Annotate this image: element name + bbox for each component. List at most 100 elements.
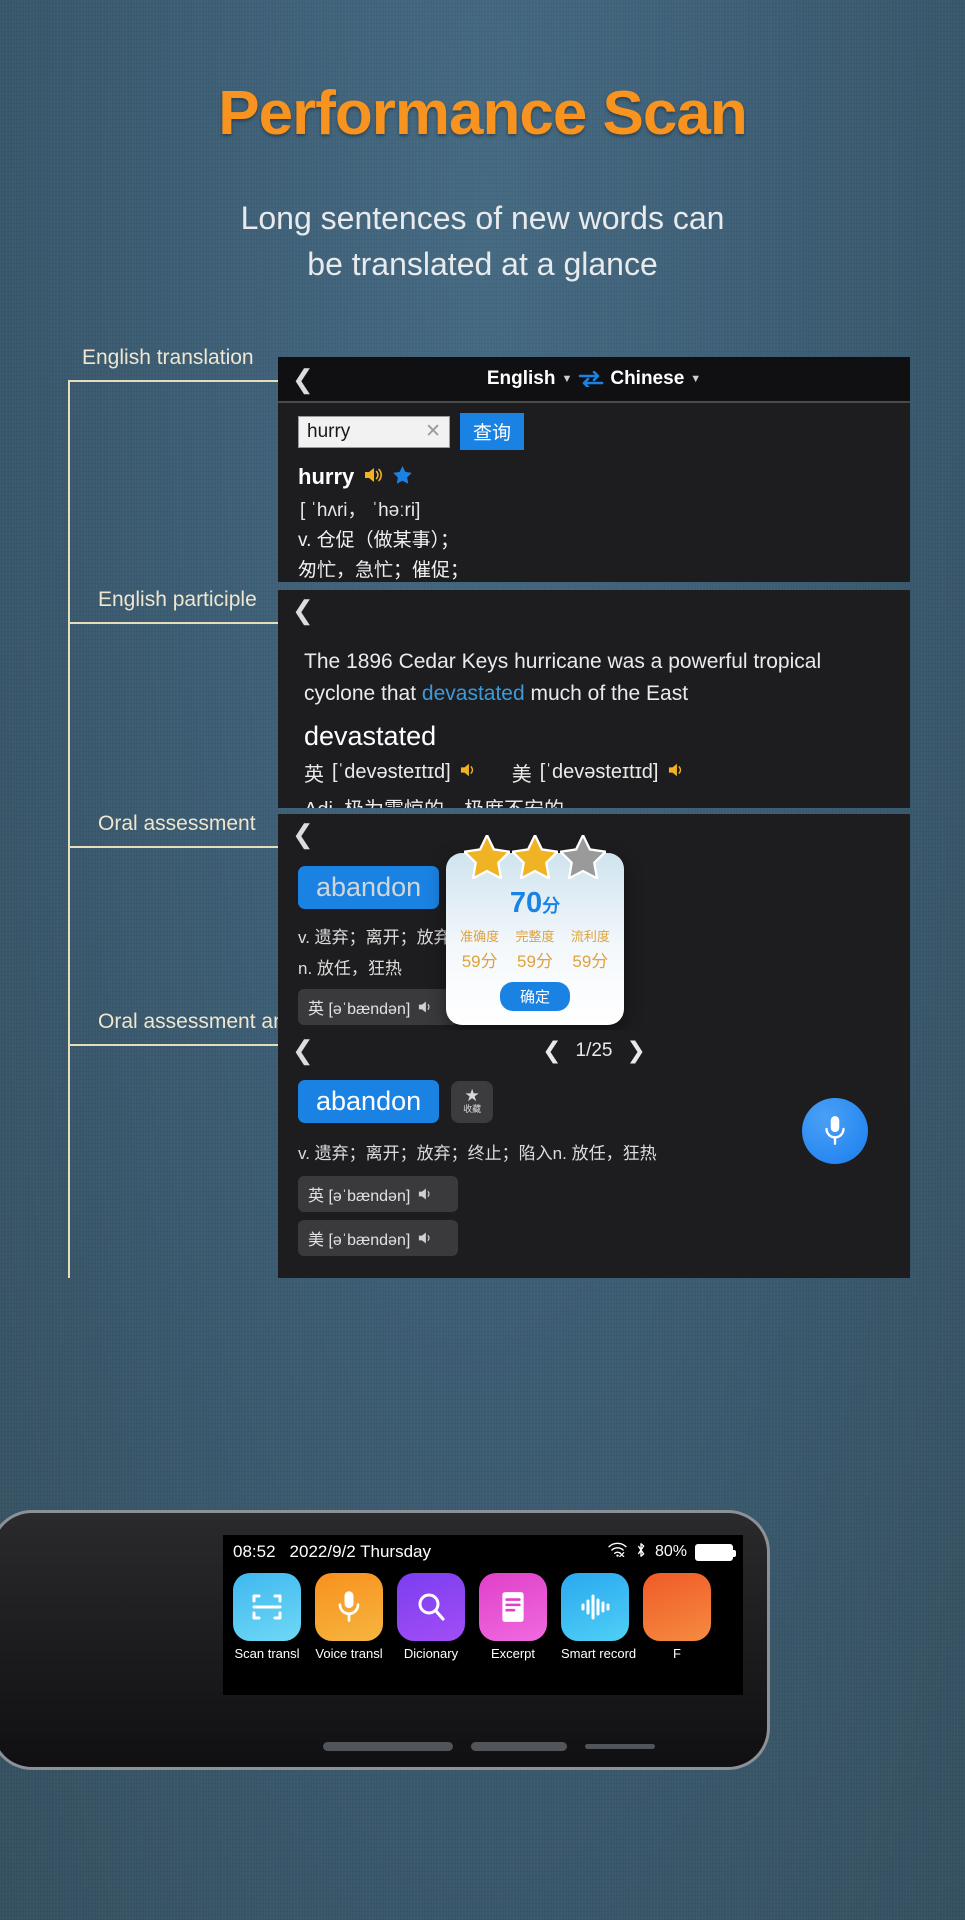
- star-icon[interactable]: [393, 464, 413, 490]
- score-total-value: 70: [509, 887, 543, 919]
- query-button[interactable]: 查询: [460, 413, 525, 450]
- device-buttons: [323, 1742, 655, 1751]
- callout-vertical-rail: [68, 380, 70, 1278]
- search-input[interactable]: hurry ✕: [298, 415, 450, 448]
- metric-label-accuracy: 准确度: [460, 929, 500, 944]
- search-icon[interactable]: [397, 1573, 465, 1641]
- app-icon[interactable]: [643, 1573, 711, 1641]
- score-stars: [464, 835, 606, 879]
- app-label-scan: Scan transl: [234, 1646, 300, 1661]
- score-metric-accuracy: 准确度 59分: [460, 926, 499, 972]
- app-voice-transl[interactable]: Voice transl: [315, 1573, 383, 1661]
- us-label: 美: [511, 764, 532, 786]
- waveform-icon[interactable]: [561, 1573, 629, 1641]
- followup-us-pronunciation[interactable]: 美 [əˈbændən]: [298, 1220, 458, 1256]
- battery-icon: [695, 1543, 736, 1561]
- sentence-after: much of the East: [524, 681, 689, 705]
- panel-oral-followup: ❮ ❮ 1/25 ❯ abandon ★ 收藏 v. 遗弃；离开；放弃；终止；陷…: [278, 1030, 910, 1278]
- microphone-icon-app[interactable]: [315, 1573, 383, 1641]
- callout-oral-assessment: Oral assessment: [98, 812, 256, 835]
- prev-page-icon[interactable]: ❮: [542, 1037, 561, 1064]
- device-screen: 08:52 2022/9/2 Thursday 80% Scan transl: [223, 1535, 743, 1695]
- leader-line-1: [68, 380, 298, 382]
- definition-line-2: 匆忙，急忙；催促；: [298, 560, 470, 581]
- back-chevron-icon-3[interactable]: ❮: [292, 821, 314, 847]
- app-smart-record[interactable]: Smart record: [561, 1573, 637, 1661]
- device-button-1[interactable]: [323, 1742, 453, 1751]
- close-x-icon[interactable]: ✕: [425, 420, 441, 443]
- swap-arrows-icon[interactable]: [578, 370, 604, 389]
- star-filled-icon-1: [464, 835, 510, 879]
- score-total-unit: 分: [542, 896, 561, 916]
- followup-uk-pronunciation[interactable]: 英 [əˈbændən]: [298, 1176, 458, 1212]
- metric-label-completeness: 完整度: [515, 929, 555, 944]
- speaker-icon-us[interactable]: [667, 761, 686, 784]
- caret-down-icon-2[interactable]: ▼: [690, 373, 701, 385]
- example-sentence: The 1896 Cedar Keys hurricane was a powe…: [278, 630, 910, 709]
- followup-topbar: ❮ ❮ 1/25 ❯: [278, 1030, 910, 1070]
- app-excerpt[interactable]: Excerpt: [479, 1573, 547, 1661]
- result-word-row: hurry: [278, 454, 910, 490]
- app-scan-transl[interactable]: Scan transl: [233, 1573, 301, 1661]
- battery-percent: 80%: [654, 1543, 687, 1560]
- translation-topbar: ❮ English ▼ Chinese ▼: [278, 357, 910, 401]
- app-label-voice: Voice transl: [315, 1646, 383, 1661]
- followup-uk-text: 英 [əˈbændən]: [308, 1188, 411, 1205]
- sentence-highlight[interactable]: devastated: [422, 682, 525, 705]
- metric-label-fluency: 流利度: [570, 929, 610, 944]
- result-word: hurry: [298, 464, 355, 489]
- followup-word-chip[interactable]: abandon: [298, 1080, 440, 1123]
- device-button-2[interactable]: [471, 1742, 567, 1751]
- scan-icon[interactable]: [233, 1573, 301, 1641]
- followup-us-text: 美 [əˈbændən]: [308, 1232, 411, 1249]
- app-dicionary[interactable]: Dicionary: [397, 1573, 465, 1661]
- page-title: Performance Scan: [218, 79, 747, 148]
- next-page-icon[interactable]: ❯: [626, 1037, 645, 1064]
- metric-value-completeness: 59分: [517, 952, 553, 971]
- device-app-grid: Scan transl Voice transl Dicionary Excer…: [223, 1569, 743, 1661]
- statusbar-date: 2022/9/2 Thursday: [289, 1542, 432, 1561]
- language-switcher[interactable]: English ▼ Chinese ▼: [487, 368, 701, 390]
- speaker-icon-uk[interactable]: [459, 761, 478, 784]
- speaker-icon[interactable]: [363, 464, 384, 490]
- participle-word: devastated: [304, 721, 437, 751]
- star-filled-icon-2: [512, 835, 558, 879]
- callout-english-participle: English participle: [98, 588, 257, 611]
- app-label-dicionary: Dicionary: [403, 1646, 459, 1661]
- favorite-label: 收藏: [463, 1104, 482, 1115]
- oral-word-chip[interactable]: abandon: [298, 866, 440, 909]
- page-subtitle: Long sentences of new words can be trans…: [0, 195, 965, 288]
- search-input-value: hurry: [307, 420, 351, 442]
- participle-pronunciation-row: 英 [ˈdevəsteɪtɪd] 美 [ˈdevəsteɪtɪd]: [278, 752, 910, 787]
- device-speaker-grill: [585, 1744, 655, 1749]
- score-popup: 70分 准确度 59分 完整度 59分 流利度 59分 确定: [446, 835, 624, 1025]
- metric-value-accuracy: 59分: [461, 952, 498, 971]
- device-body: 08:52 2022/9/2 Thursday 80% Scan transl: [0, 1510, 770, 1770]
- target-language-label[interactable]: Chinese: [610, 368, 684, 390]
- confirm-button[interactable]: 确定: [499, 982, 570, 1011]
- caret-down-icon[interactable]: ▼: [561, 373, 572, 385]
- app-label-excerpt: Excerpt: [490, 1646, 536, 1661]
- microphone-button[interactable]: [802, 1098, 868, 1164]
- back-chevron-icon[interactable]: ❮: [292, 366, 314, 392]
- score-metric-fluency: 流利度 59分: [571, 926, 610, 972]
- uk-ipa: [ˈdevəsteɪtɪd]: [332, 761, 451, 783]
- score-total: 70分: [446, 887, 624, 920]
- app-label-partial: F: [673, 1646, 681, 1661]
- microphone-icon: [825, 1116, 845, 1145]
- back-chevron-icon-2[interactable]: ❮: [292, 597, 314, 623]
- score-metric-completeness: 完整度 59分: [515, 926, 554, 972]
- phonetic-text: [ ˈhʌri， ˈhəːri]: [300, 500, 421, 521]
- app-label-smart-record: Smart record: [561, 1646, 637, 1661]
- oral-uk-pronunciation[interactable]: 英 [əˈbændən]: [298, 989, 458, 1025]
- bluetooth-icon: [635, 1542, 647, 1563]
- subtitle-line-1: Long sentences of new words can: [240, 200, 725, 236]
- subtitle-line-2: be translated at a glance: [307, 246, 658, 283]
- panel-english-translation: ❮ English ▼ Chinese ▼ hurry ✕ 查询 hurry […: [278, 357, 910, 582]
- app-partial[interactable]: F: [643, 1573, 711, 1661]
- source-language-label[interactable]: English: [487, 368, 556, 390]
- callout-english-translation: English translation: [82, 346, 254, 369]
- favorite-button[interactable]: ★ 收藏: [451, 1080, 494, 1123]
- score-metrics: 准确度 59分 完整度 59分 流利度 59分: [446, 926, 624, 972]
- document-icon[interactable]: [479, 1573, 547, 1641]
